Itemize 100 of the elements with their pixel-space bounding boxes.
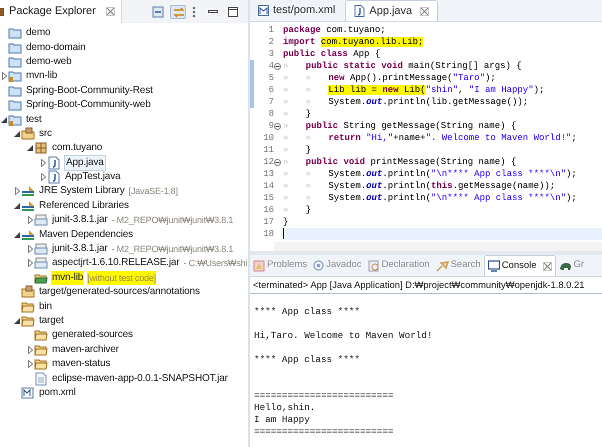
close-icon[interactable] <box>420 6 430 16</box>
tree-item[interactable]: mvn-lib <box>25 69 58 84</box>
line-number: 4 <box>268 60 274 72</box>
link-with-editor-icon[interactable] <box>170 4 186 18</box>
console-output-line: Hi,Taro. Welcome to Maven World! <box>254 330 434 342</box>
maven-pom-icon <box>258 5 269 16</box>
fold-icon[interactable] <box>274 62 281 70</box>
tree-item[interactable]: Maven Dependencies <box>38 228 134 242</box>
tab[interactable]: test/pom.xml <box>250 0 344 21</box>
tree-item[interactable]: demo-web <box>25 54 72 69</box>
tree-item[interactable]: test <box>25 112 43 127</box>
collapsed-arrow-icon[interactable] <box>28 259 32 268</box>
tree-item[interactable]: AppTest.java <box>64 170 122 184</box>
tree-item[interactable]: JRE System Library <box>38 184 126 198</box>
tree-item[interactable]: bin <box>38 300 53 314</box>
tree-item[interactable]: target <box>38 314 65 328</box>
collapsed-arrow-icon[interactable] <box>2 72 6 80</box>
maximize-icon[interactable] <box>228 6 238 16</box>
folder-icon <box>21 300 35 314</box>
javadoc-icon <box>313 260 324 271</box>
console-output-line: ========================= <box>254 390 394 402</box>
tab-marker: » <box>283 60 290 72</box>
maven-project-icon <box>8 69 22 84</box>
tree-item[interactable]: junit-3.8.1.jar <box>51 242 109 256</box>
fold-icon[interactable] <box>274 158 281 166</box>
code-line: System.out.println("\n**** App class ****\n"); <box>328 168 577 180</box>
collapsed-arrow-icon[interactable] <box>28 346 32 354</box>
tree-item[interactable]: src <box>38 126 53 141</box>
package-explorer-tab[interactable]: Package Explorer <box>0 0 122 23</box>
fold-icon[interactable] <box>274 122 281 130</box>
library-icon <box>21 228 35 242</box>
java-file-icon <box>47 170 61 184</box>
tab-marker: » <box>306 168 312 180</box>
jar-icon <box>34 213 48 228</box>
line-number: 17 <box>262 216 274 228</box>
collapse-all-icon[interactable] <box>152 6 164 18</box>
tree-item[interactable]: Spring-Boot-Community-web <box>25 98 152 112</box>
line-number: 10 <box>262 132 274 144</box>
tab-marker: » <box>283 96 290 108</box>
maven-project-icon <box>8 112 22 127</box>
tab[interactable]: Console <box>484 255 556 276</box>
collapsed-arrow-icon[interactable] <box>40 158 46 167</box>
expanded-arrow-icon[interactable] <box>1 116 7 123</box>
tree-item[interactable]: demo-domain <box>25 40 86 55</box>
tree-item[interactable]: target/generated-sources/annotations <box>38 285 201 300</box>
folder-icon <box>34 357 48 372</box>
expanded-arrow-icon[interactable] <box>14 318 20 324</box>
line-number: 18 <box>262 228 274 240</box>
expanded-arrow-icon[interactable] <box>27 145 33 152</box>
expanded-arrow-icon[interactable] <box>14 202 20 209</box>
line-number: 8 <box>268 108 274 120</box>
collapsed-arrow-icon[interactable] <box>40 173 46 182</box>
tree-item[interactable]: Spring-Boot-Community-Rest <box>25 84 154 98</box>
project-folder-icon <box>8 40 22 55</box>
tree-item[interactable]: App.java <box>64 154 106 171</box>
tree-item[interactable]: pom.xml <box>38 386 77 400</box>
tree-item[interactable]: com.tuyano <box>51 141 104 156</box>
line-number: 11 <box>262 144 274 156</box>
code-line: } <box>306 144 312 156</box>
tree-item[interactable]: maven-status <box>51 357 112 372</box>
collapsed-arrow-icon[interactable] <box>28 216 32 224</box>
line-number: 5 <box>268 72 274 84</box>
console-output-line: **** App class **** <box>254 354 362 366</box>
java-file-icon <box>47 156 61 170</box>
tab-marker: » <box>283 192 290 204</box>
collapsed-arrow-icon[interactable] <box>28 245 32 254</box>
item-decoration: - M2_REPO₩junit₩junit₩3.8.1 <box>112 243 234 256</box>
tree-item[interactable]: junit-3.8.1.jar <box>51 213 109 228</box>
console-output-line: Hello,shin. <box>254 402 316 414</box>
line-number: 13 <box>262 168 274 180</box>
expanded-arrow-icon[interactable] <box>14 232 20 238</box>
project-folder-icon <box>8 26 22 40</box>
horizontal-scrollbar[interactable] <box>274 242 602 251</box>
collapsed-arrow-icon[interactable] <box>28 360 32 368</box>
code-line: public class App { <box>283 48 380 60</box>
tree-item[interactable]: eclipse-maven-app-0.0.1-SNAPSHOT.jar <box>51 372 229 386</box>
close-icon[interactable] <box>106 7 115 16</box>
project-folder-icon <box>8 54 22 69</box>
view-menu-icon[interactable] <box>192 6 196 18</box>
tab-marker: » <box>283 168 290 180</box>
tree-item[interactable]: aspectjrt-1.6.10.RELEASE.jar <box>51 256 181 270</box>
tree-item[interactable]: generated-sources <box>51 328 134 342</box>
tree-item[interactable]: demo <box>25 26 52 40</box>
code-line: return "Hi,"+name+". Welcome to Maven World!"; <box>328 132 577 144</box>
expanded-arrow-icon[interactable] <box>14 130 20 137</box>
tree-item[interactable]: maven-archiver <box>51 342 120 357</box>
collapsed-arrow-icon[interactable] <box>14 187 20 196</box>
problems-icon <box>253 260 265 272</box>
line-number: 2 <box>268 36 274 48</box>
tab-marker: » <box>283 108 290 120</box>
code-line: new App().printMessage("Taro"); <box>328 72 496 84</box>
tab[interactable]: App.java <box>345 0 438 21</box>
tree-item[interactable]: Referenced Libraries <box>38 198 130 213</box>
code-line: public static void main(String[] args) { <box>306 60 522 72</box>
code-line: Lib lib = new Lib("shin", "I am Happy"); <box>328 84 544 96</box>
tree-item[interactable]: mvn-lib <box>51 270 84 285</box>
project-folder-icon <box>8 98 22 112</box>
line-number: 7 <box>268 96 274 108</box>
close-icon[interactable] <box>542 262 552 270</box>
tab-marker: » <box>306 132 312 144</box>
